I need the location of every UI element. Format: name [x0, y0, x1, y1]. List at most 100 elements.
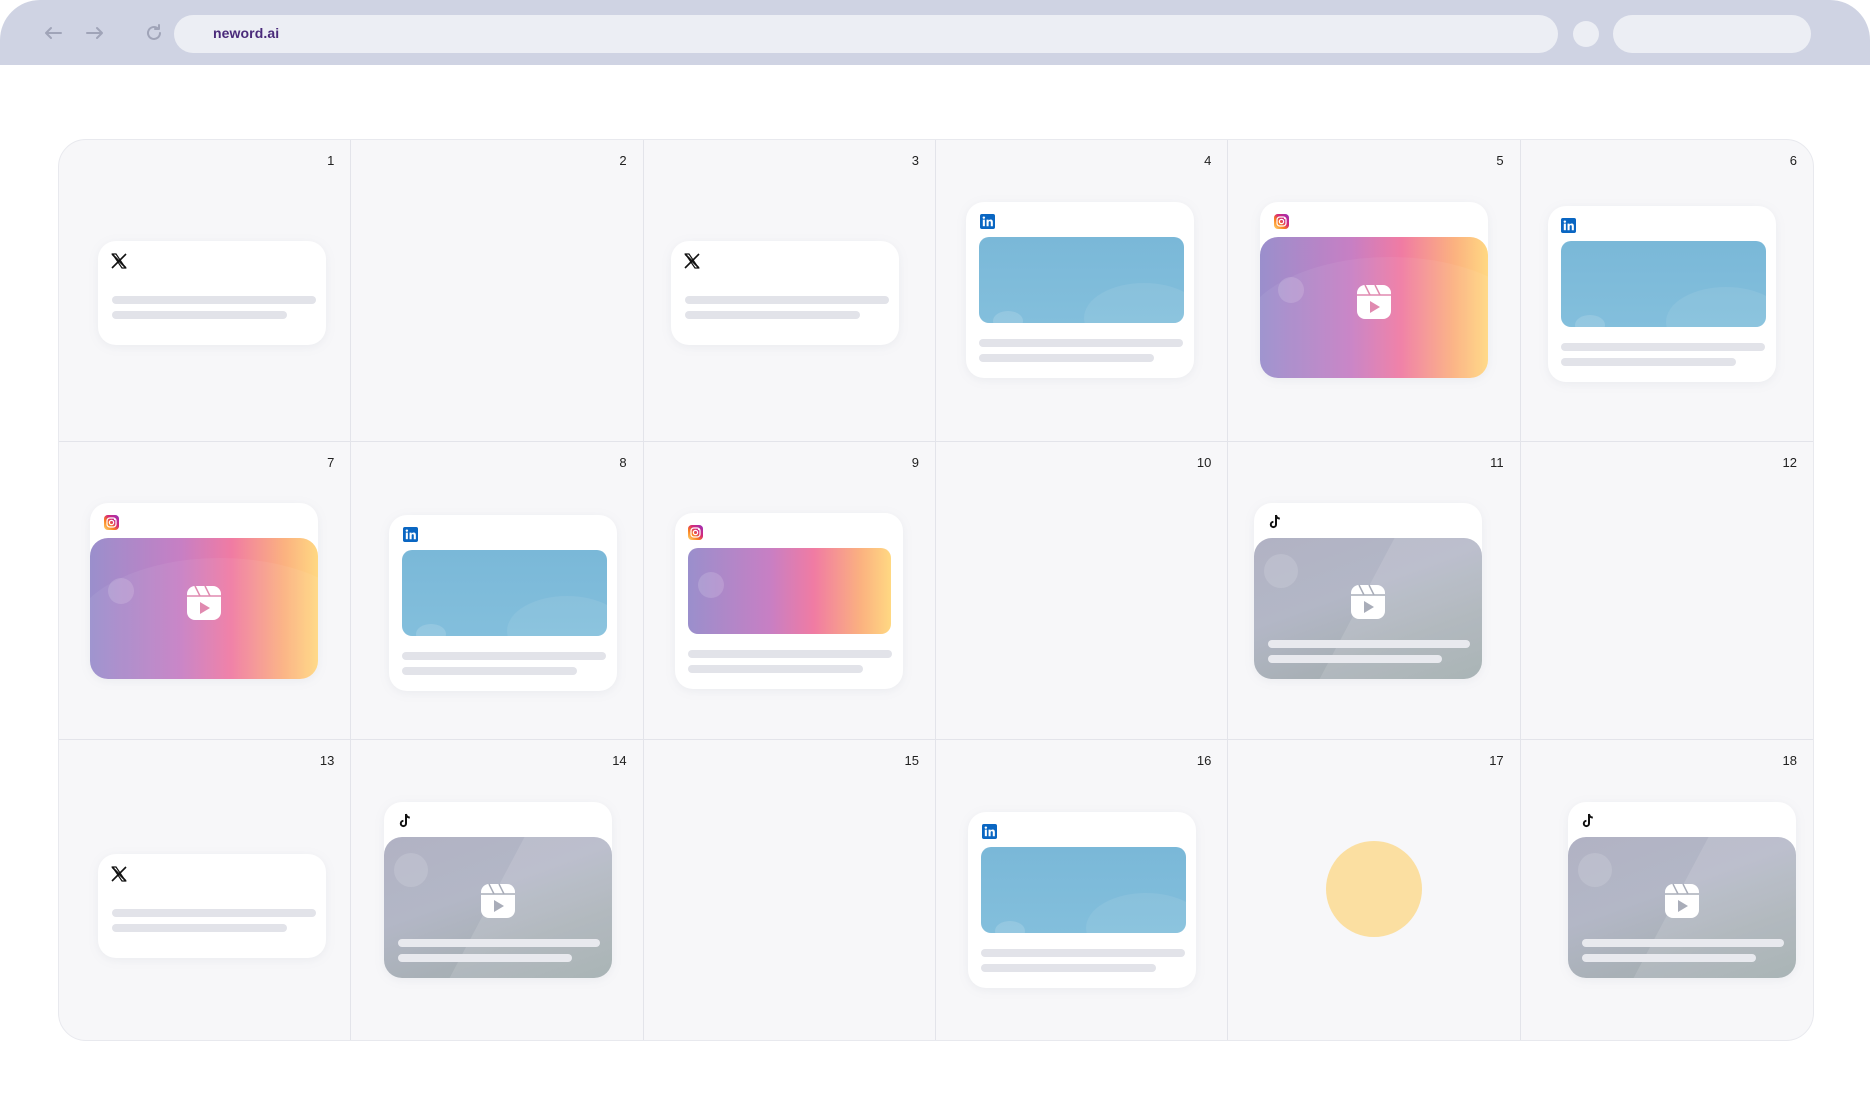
- url-text: neword.ai: [213, 25, 280, 41]
- day-number: 16: [1196, 753, 1212, 768]
- address-bar[interactable]: neword.ai: [174, 15, 1558, 53]
- text-placeholder: [398, 954, 573, 962]
- linkedin-post-card[interactable]: [389, 515, 618, 691]
- video-thumbnail: [1567, 837, 1796, 978]
- day-number: 11: [1490, 455, 1504, 470]
- text-placeholder: [1560, 343, 1765, 351]
- day-number: 2: [619, 153, 627, 168]
- day-number: 1: [327, 153, 335, 168]
- calendar-day-14[interactable]: 14: [351, 740, 644, 1040]
- text-placeholder: [684, 311, 860, 319]
- text-placeholder: [979, 339, 1183, 347]
- day-number: 17: [1489, 753, 1504, 768]
- linkedin-logo-icon: [1561, 217, 1577, 233]
- x-logo-icon: [111, 866, 127, 882]
- linkedin-post-card[interactable]: [968, 812, 1196, 988]
- day-number: 8: [619, 455, 627, 470]
- profile-pill[interactable]: [1613, 15, 1811, 53]
- linkedin-logo-icon: [402, 526, 418, 542]
- text-placeholder: [398, 939, 601, 947]
- day-number: 15: [904, 753, 919, 768]
- linkedin-logo-icon: [981, 823, 997, 839]
- forward-arrow-icon: [86, 27, 103, 39]
- calendar-day-9[interactable]: 9: [643, 442, 936, 740]
- loading-placeholder: [1326, 841, 1423, 937]
- tiktok-video-card[interactable]: [1567, 802, 1796, 978]
- reels-play-icon: [187, 585, 221, 620]
- text-placeholder: [1581, 954, 1756, 962]
- text-placeholder: [1560, 358, 1736, 366]
- calendar-day-17[interactable]: 17: [1228, 740, 1521, 1040]
- instagram-reel-card[interactable]: [1260, 202, 1489, 378]
- calendar-day-11[interactable]: 11: [1228, 442, 1521, 740]
- day-number: 12: [1782, 455, 1797, 470]
- instagram-reel-card[interactable]: [90, 503, 318, 679]
- back-arrow-icon: [45, 27, 62, 39]
- calendar-day-7[interactable]: 7: [59, 442, 352, 740]
- text-placeholder: [1581, 939, 1784, 947]
- post-image-placeholder: [979, 237, 1184, 323]
- calendar-day-12[interactable]: 12: [1520, 442, 1813, 740]
- calendar-day-16[interactable]: 16: [936, 740, 1229, 1040]
- tiktok-video-card[interactable]: [1254, 503, 1483, 679]
- reels-play-icon: [1664, 883, 1699, 918]
- instagram-logo-icon: [688, 524, 704, 540]
- text-placeholder: [112, 909, 316, 917]
- text-placeholder: [981, 949, 1185, 957]
- tiktok-logo-icon: [397, 813, 413, 829]
- reload-icon: [147, 24, 161, 40]
- reload-button[interactable]: [141, 20, 167, 46]
- text-placeholder: [684, 296, 889, 304]
- tiktok-logo-icon: [1267, 514, 1283, 530]
- text-placeholder: [687, 665, 863, 673]
- text-placeholder: [1268, 655, 1443, 663]
- day-number: 5: [1496, 153, 1504, 168]
- post-image-placeholder: [402, 550, 608, 636]
- calendar-day-3[interactable]: 3: [643, 140, 936, 442]
- text-placeholder: [979, 354, 1154, 362]
- post-image-placeholder: [981, 847, 1186, 933]
- text-placeholder: [112, 924, 287, 932]
- x-logo-icon: [684, 253, 700, 269]
- tiktok-video-card[interactable]: [384, 802, 613, 978]
- reel-thumbnail: [1260, 237, 1489, 378]
- x-logo-icon: [111, 253, 127, 269]
- x-post-card[interactable]: [670, 241, 899, 345]
- text-placeholder: [402, 667, 578, 675]
- day-number: 7: [327, 455, 335, 470]
- day-number: 13: [319, 753, 335, 768]
- calendar-day-10[interactable]: 10: [936, 442, 1229, 740]
- calendar-day-5[interactable]: 5: [1228, 140, 1521, 442]
- forward-button[interactable]: [82, 20, 108, 46]
- back-button[interactable]: [40, 20, 66, 46]
- text-placeholder: [1268, 640, 1471, 648]
- post-image-placeholder: [687, 548, 891, 634]
- instagram-post-card[interactable]: [674, 513, 903, 689]
- reel-thumbnail: [90, 538, 318, 679]
- calendar-day-18[interactable]: 18: [1521, 740, 1813, 1040]
- linkedin-post-card[interactable]: [966, 202, 1194, 378]
- text-placeholder: [112, 296, 316, 304]
- day-number: 3: [911, 153, 919, 168]
- instagram-logo-icon: [1273, 213, 1289, 229]
- day-number: 10: [1196, 455, 1212, 470]
- text-placeholder: [687, 650, 892, 658]
- x-post-card[interactable]: [98, 854, 326, 958]
- calendar-day-6[interactable]: 6: [1520, 140, 1813, 442]
- x-post-card[interactable]: [98, 241, 326, 345]
- extension-button[interactable]: [1573, 21, 1599, 47]
- text-placeholder: [112, 311, 287, 319]
- calendar-day-2[interactable]: 2: [351, 140, 644, 442]
- reels-play-icon: [1351, 584, 1386, 619]
- instagram-logo-icon: [103, 514, 119, 530]
- calendar-day-15[interactable]: 15: [644, 740, 936, 1040]
- calendar-day-4[interactable]: 4: [936, 140, 1229, 442]
- day-number: 4: [1204, 153, 1212, 168]
- reels-play-icon: [481, 883, 516, 918]
- calendar-day-1[interactable]: 1: [59, 140, 352, 442]
- calendar-day-8[interactable]: 8: [351, 442, 644, 740]
- linkedin-post-card[interactable]: [1547, 206, 1776, 382]
- reels-play-icon: [1357, 284, 1392, 319]
- calendar-day-13[interactable]: 13: [59, 740, 352, 1040]
- video-thumbnail: [1254, 538, 1483, 679]
